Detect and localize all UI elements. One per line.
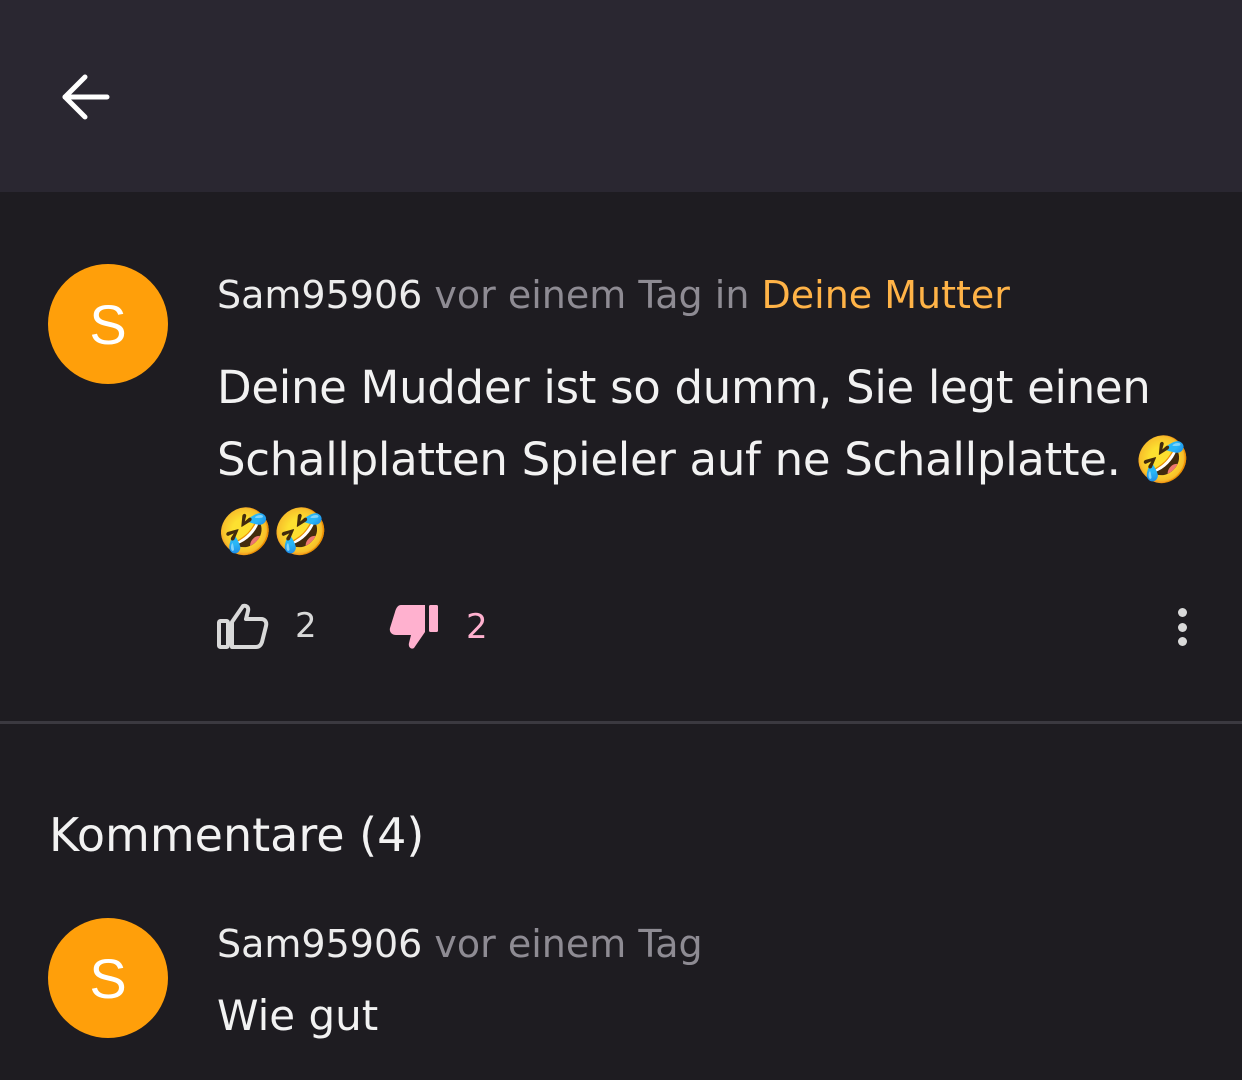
comment-text: Wie gut: [217, 991, 379, 1040]
upvote-count: 2: [295, 606, 317, 646]
comment-avatar[interactable]: S: [48, 918, 168, 1038]
downvote-count: 2: [466, 607, 488, 647]
post-username[interactable]: Sam95906: [217, 273, 422, 317]
post-meta: Sam95906 vor einem Tag in Deine Mutter: [217, 272, 1010, 318]
post-timestamp: vor einem Tag: [434, 273, 703, 317]
comments-title: Kommentare (4): [49, 808, 425, 862]
back-button[interactable]: [50, 62, 120, 132]
thumbs-up-outline-icon: [217, 603, 269, 649]
comment-timestamp: vor einem Tag: [434, 922, 703, 966]
avatar-letter: S: [89, 946, 127, 1010]
post-in-label: in: [714, 273, 750, 317]
post-body-text: Deine Mudder ist so dumm, Sie legt einen…: [217, 361, 1191, 558]
downvote-button[interactable]: 2: [388, 602, 488, 652]
more-dot: [1177, 637, 1187, 646]
arrow-left-icon: [62, 74, 110, 120]
thumbs-down-filled-icon: [389, 605, 438, 649]
comment-username[interactable]: Sam95906: [217, 922, 422, 966]
more-dot: [1177, 622, 1187, 632]
upvote-button[interactable]: 2: [217, 602, 317, 650]
avatar-letter: S: [89, 292, 127, 356]
comment-meta: Sam95906 vor einem Tag: [217, 921, 703, 967]
section-divider: [0, 721, 1242, 724]
avatar[interactable]: S: [48, 264, 168, 384]
post-community-link[interactable]: Deine Mutter: [762, 273, 1010, 317]
more-options-button[interactable]: [1162, 602, 1202, 652]
more-vertical-icon: [1177, 608, 1187, 617]
top-app-bar: [0, 0, 1242, 192]
